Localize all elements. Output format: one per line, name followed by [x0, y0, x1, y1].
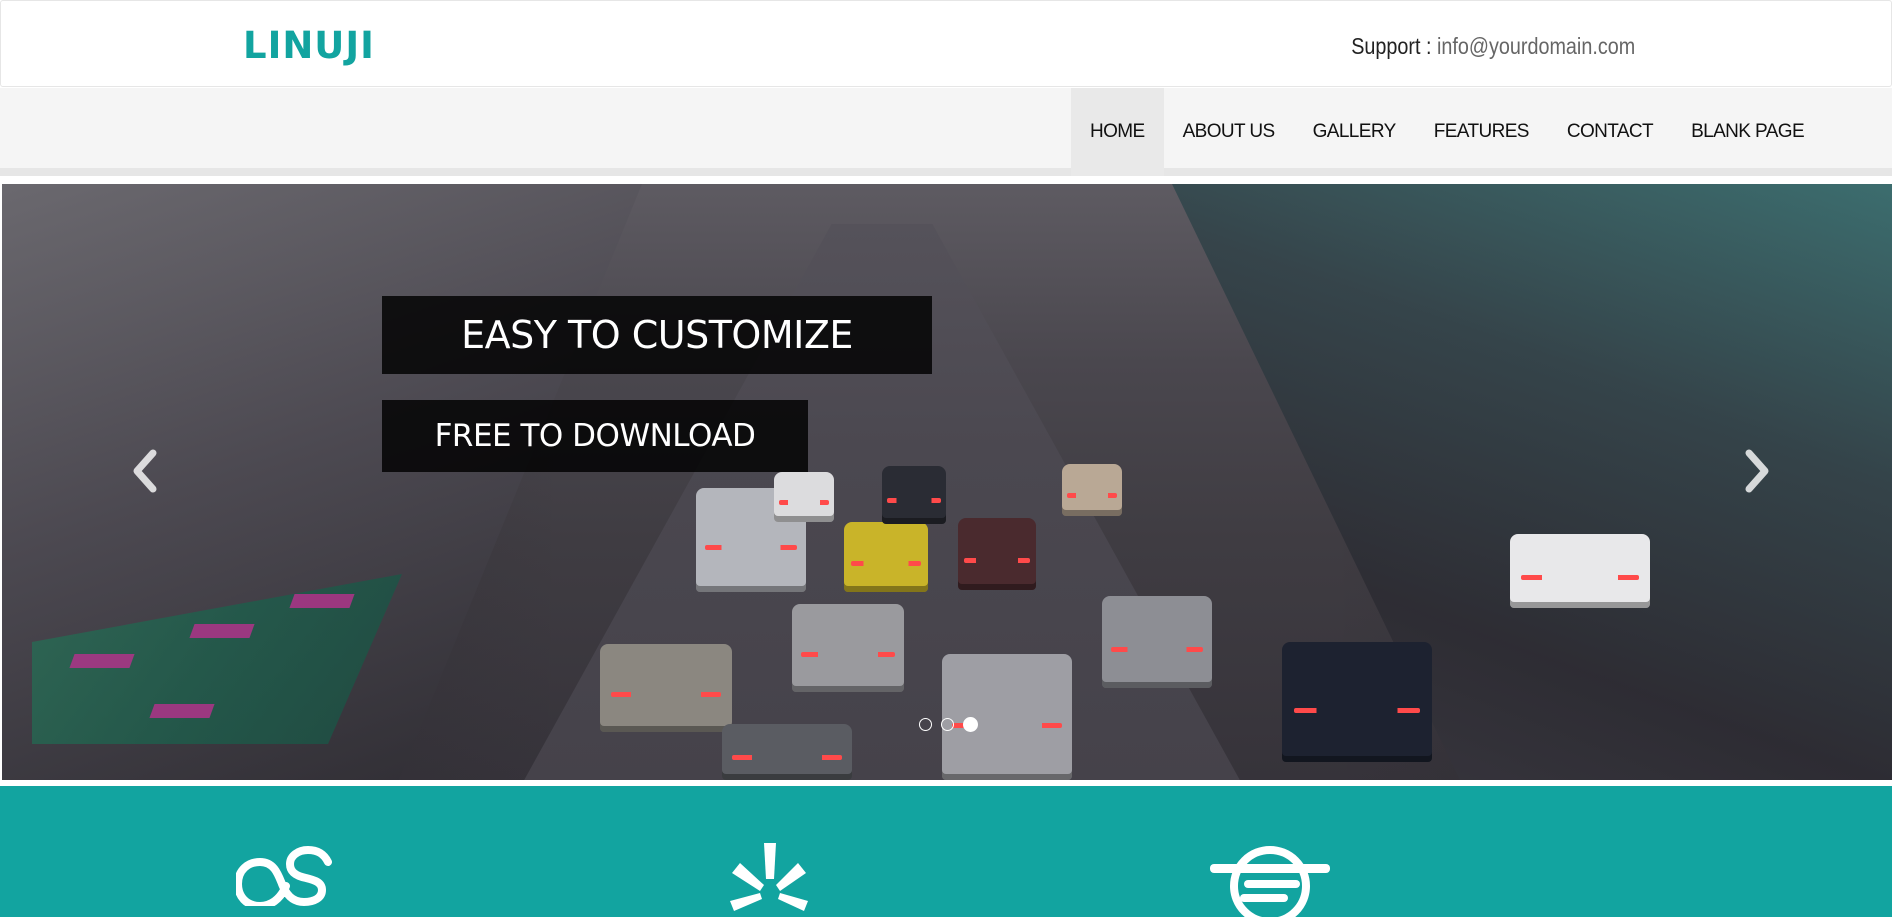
carousel-indicators: [919, 717, 978, 732]
hero-awning-stripe: [189, 624, 255, 638]
hero-awning-stripe: [69, 654, 135, 668]
hero-car: [722, 724, 852, 780]
nav-item-blank-page[interactable]: BLANK PAGE: [1672, 88, 1823, 176]
main-navbar: HOME ABOUT US GALLERY FEATURES CONTACT B…: [0, 88, 1892, 176]
hero-awning-stripe: [149, 704, 215, 718]
nav-item-features[interactable]: FEATURES: [1415, 88, 1548, 176]
hero-taxi: [844, 522, 928, 592]
hero-car: [958, 518, 1036, 590]
nav-menu: HOME ABOUT US GALLERY FEATURES CONTACT B…: [1071, 88, 1823, 176]
nav-item-gallery[interactable]: GALLERY: [1294, 88, 1415, 176]
nav-item-contact[interactable]: CONTACT: [1548, 88, 1672, 176]
support-label: Support :: [1351, 33, 1437, 59]
hero-car: [882, 466, 946, 524]
top-header: LINUJI Support : info@yourdomain.com: [0, 0, 1892, 87]
nav-item-about-us[interactable]: ABOUT US: [1164, 88, 1294, 176]
hero-car: [600, 644, 732, 732]
chevron-right-icon: [1745, 449, 1769, 493]
lastfm-icon: [236, 846, 332, 906]
nav-item-home[interactable]: HOME: [1071, 88, 1164, 176]
carousel-prev-button[interactable]: [126, 449, 166, 509]
hero-awning-stripe: [289, 594, 355, 608]
hero-car: [792, 604, 904, 692]
slider-caption-secondary: FREE TO DOWNLOAD: [382, 400, 808, 472]
carousel-next-button[interactable]: [1736, 449, 1776, 509]
chevron-left-icon: [133, 449, 157, 493]
hero-car: [774, 472, 834, 522]
slider-caption-primary: EASY TO CUSTOMIZE: [382, 296, 932, 374]
carousel-indicator-3[interactable]: [963, 717, 978, 732]
support-email-link[interactable]: info@yourdomain.com: [1437, 33, 1635, 59]
quora-icon: [1210, 846, 1330, 924]
hero-car: [1102, 596, 1212, 688]
site-logo[interactable]: LINUJI: [243, 23, 375, 69]
hero-car: [1510, 534, 1650, 608]
features-section: [0, 783, 1892, 924]
support-contact: Support : info@yourdomain.com: [1351, 29, 1635, 63]
yelp-icon: [730, 843, 808, 911]
hero-carousel: EASY TO CUSTOMIZE FREE TO DOWNLOAD: [2, 184, 1892, 780]
carousel-indicator-1[interactable]: [919, 718, 932, 731]
hero-car: [1062, 464, 1122, 516]
hero-car: [1282, 642, 1432, 762]
carousel-indicator-2[interactable]: [941, 718, 954, 731]
